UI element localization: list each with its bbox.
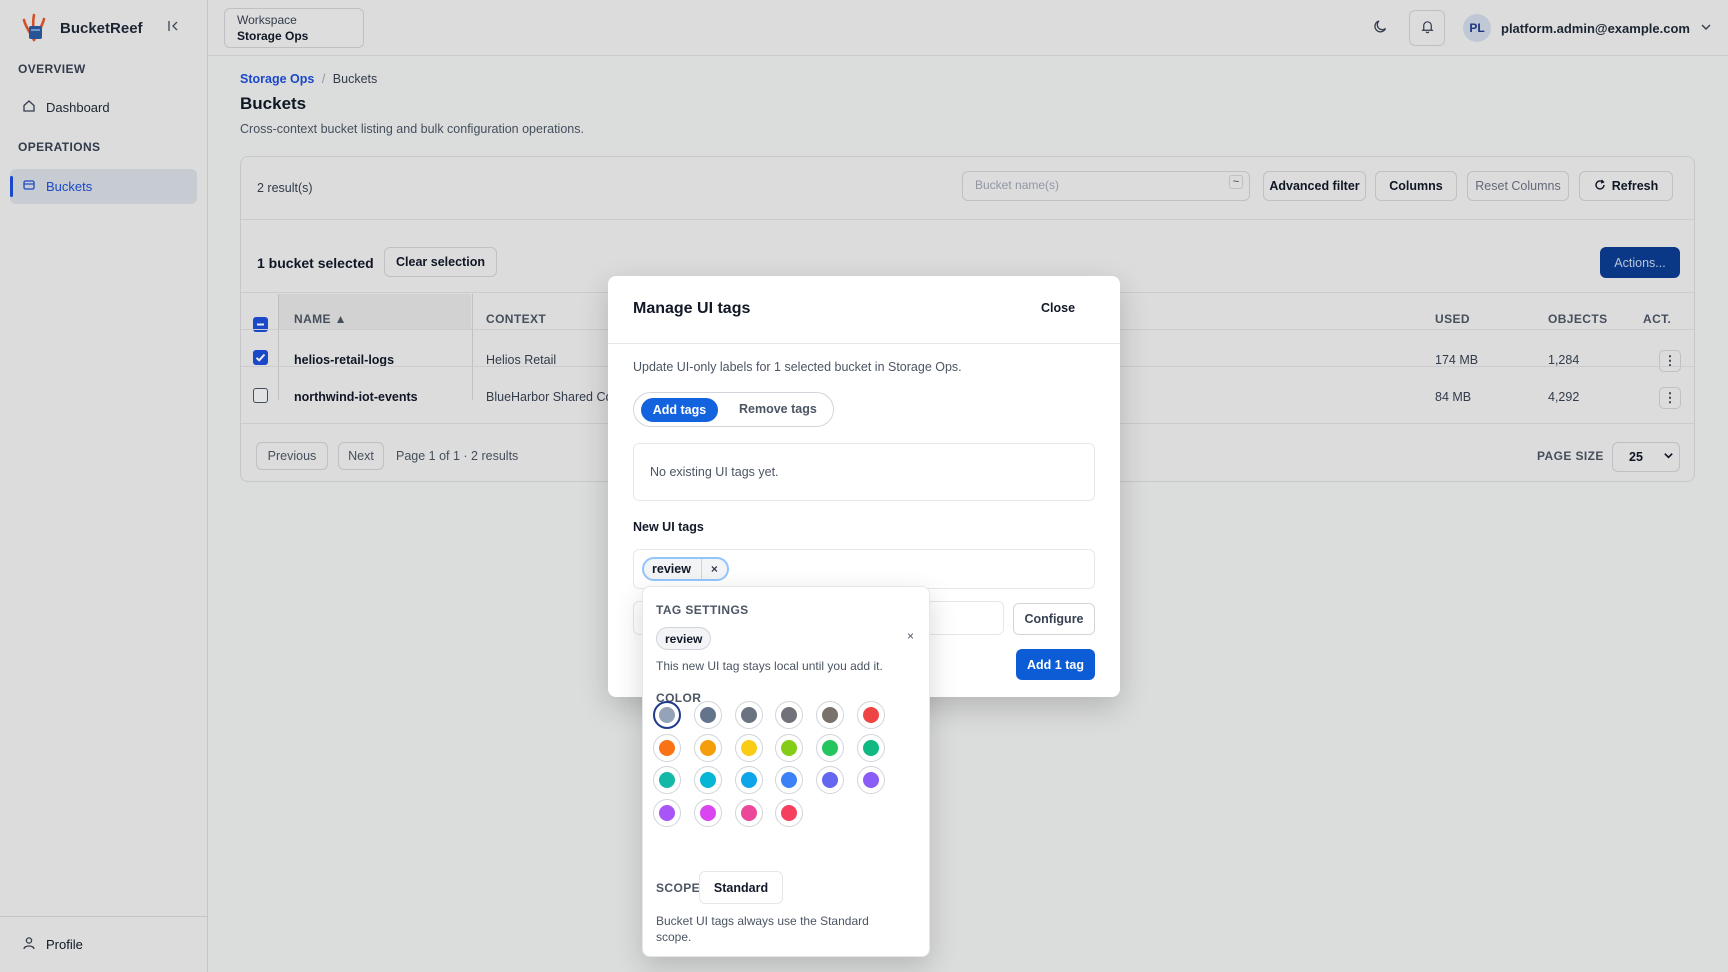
- color-dot: [659, 805, 675, 822]
- color-swatch[interactable]: [857, 766, 885, 795]
- color-dot: [822, 739, 839, 756]
- color-swatch[interactable]: [653, 733, 681, 762]
- color-dot: [781, 707, 798, 723]
- color-dot: [822, 772, 839, 789]
- add-tags-submit-button[interactable]: Add 1 tag: [1016, 649, 1095, 680]
- color-swatch[interactable]: [857, 701, 885, 729]
- color-dot: [659, 707, 675, 723]
- color-swatch[interactable]: [653, 701, 681, 729]
- color-swatch[interactable]: [857, 733, 885, 762]
- color-swatch[interactable]: [775, 766, 804, 795]
- scope-heading: SCOPE: [656, 881, 701, 895]
- color-swatch[interactable]: [734, 799, 763, 828]
- color-swatch[interactable]: [775, 799, 804, 828]
- color-dot: [740, 805, 757, 822]
- color-dot: [863, 772, 879, 789]
- new-tags-input[interactable]: review ×: [633, 549, 1095, 589]
- color-swatch[interactable]: [653, 766, 681, 795]
- color-dot: [863, 707, 879, 723]
- tag-settings-heading: TAG SETTINGS: [656, 603, 749, 617]
- close-button[interactable]: Close: [1041, 301, 1075, 315]
- color-dot: [659, 739, 675, 756]
- color-swatch[interactable]: [734, 701, 763, 729]
- color-dot: [740, 707, 757, 723]
- close-popover-icon[interactable]: ×: [907, 629, 914, 643]
- scope-help-text: Bucket UI tags always use the Standard s…: [656, 914, 869, 944]
- color-dot: [781, 739, 798, 756]
- configure-button[interactable]: Configure: [1013, 603, 1095, 635]
- color-dot: [740, 772, 757, 789]
- existing-tags-empty: No existing UI tags yet.: [633, 443, 1095, 501]
- tag-mode-tabs: Add tags Remove tags: [633, 392, 834, 427]
- color-swatch[interactable]: [816, 701, 845, 729]
- color-swatch[interactable]: [816, 766, 845, 795]
- modal-title: Manage UI tags: [633, 300, 751, 317]
- tag-chip-label: review: [652, 562, 691, 576]
- color-swatch[interactable]: [653, 799, 681, 828]
- tag-settings-note: This new UI tag stays local until you ad…: [656, 659, 883, 673]
- color-dot: [781, 805, 798, 822]
- color-swatch[interactable]: [693, 701, 722, 729]
- divider: [608, 343, 1120, 344]
- color-swatch[interactable]: [816, 733, 845, 762]
- tag-chip-review[interactable]: review ×: [642, 557, 729, 581]
- color-dot: [659, 772, 675, 789]
- modal-description: Update UI-only labels for 1 selected buc…: [633, 360, 962, 374]
- remove-tag-icon[interactable]: ×: [700, 559, 727, 579]
- color-dot: [699, 739, 716, 756]
- color-dot: [699, 805, 716, 822]
- color-swatch[interactable]: [775, 733, 804, 762]
- color-swatch[interactable]: [775, 701, 804, 729]
- color-swatch[interactable]: [693, 733, 722, 762]
- color-swatch[interactable]: [693, 799, 722, 828]
- tag-settings-chip: review: [656, 627, 712, 650]
- color-dot: [863, 739, 879, 756]
- scope-standard-button[interactable]: Standard: [699, 871, 783, 904]
- new-tags-label: New UI tags: [633, 520, 704, 534]
- color-swatch[interactable]: [734, 733, 763, 762]
- color-swatch[interactable]: [693, 766, 722, 795]
- tab-add-tags[interactable]: Add tags: [641, 398, 718, 422]
- tab-remove-tags[interactable]: Remove tags: [739, 402, 817, 416]
- color-dot: [699, 707, 716, 723]
- color-dot: [822, 707, 839, 723]
- color-dot: [740, 739, 757, 756]
- tag-settings-popover: TAG SETTINGS review × This new UI tag st…: [642, 586, 930, 957]
- color-dot: [781, 772, 798, 789]
- color-swatch[interactable]: [734, 766, 763, 795]
- color-dot: [699, 772, 716, 789]
